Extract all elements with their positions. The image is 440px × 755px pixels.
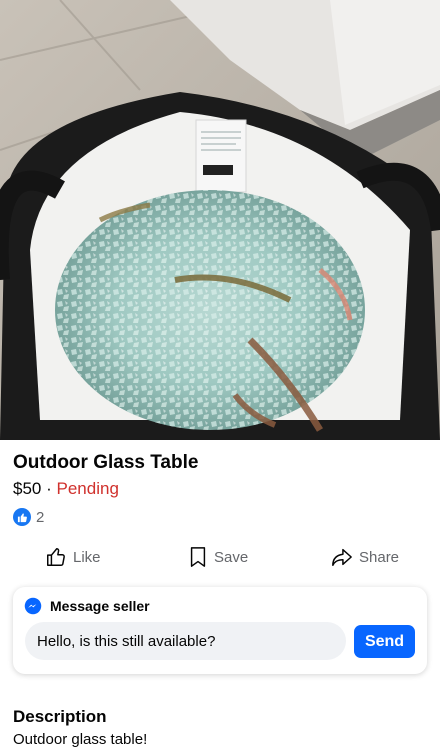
action-bar: Like Save Share [0,540,440,574]
share-arrow-icon [332,548,352,566]
message-seller-card: Message seller Send [13,587,427,674]
thumbs-up-icon [13,508,31,526]
share-button[interactable]: Share [331,540,399,574]
message-seller-heading: Message seller [50,598,150,614]
listing-photo[interactable] [0,0,440,440]
message-seller-header: Message seller [24,597,150,615]
price-status-line: $50 · Pending [13,479,119,499]
like-label: Like [73,548,101,566]
thumbs-up-icon [47,548,65,566]
bookmark-icon [190,547,206,567]
separator-dot: · [46,479,52,498]
listing-status: Pending [56,479,119,498]
message-input[interactable] [25,622,346,660]
messenger-icon [24,597,42,615]
listing-photo-image [0,0,440,440]
send-button[interactable]: Send [354,625,415,658]
reaction-count: 2 [36,508,45,526]
share-label: Share [359,548,400,566]
listing-price: $50 [13,479,42,498]
description-heading: Description [13,707,107,726]
listing-title: Outdoor Glass Table [13,452,199,473]
save-label: Save [214,548,249,566]
description-text: Outdoor glass table! [13,731,148,748]
reaction-summary[interactable]: 2 [13,507,44,527]
like-button[interactable]: Like [45,540,101,574]
save-button[interactable]: Save [188,540,248,574]
